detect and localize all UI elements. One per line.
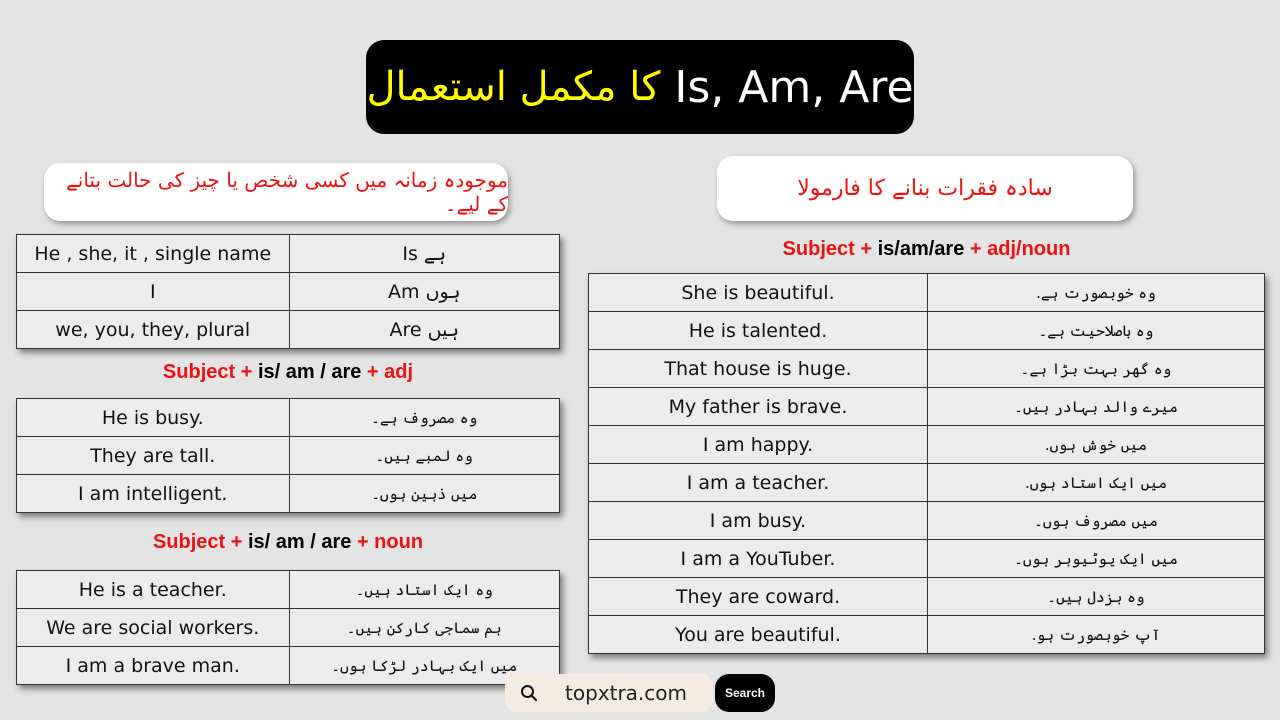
english-cell: He is talented. xyxy=(588,311,928,350)
formula-subject: Subject + xyxy=(782,238,873,260)
formula-verb: is/am/are xyxy=(872,238,970,260)
noun-formula: Subject + is/ am / are + noun xyxy=(16,531,560,554)
table-row: He is a teacher. وہ ایک استاد ہیں۔ xyxy=(16,570,560,609)
table-row: That house is huge. وہ گھر بہت بڑا ہے۔ xyxy=(588,349,1265,388)
urdu-cell: ہم سماجی کارکن ہیں۔ xyxy=(288,608,560,647)
table-row: I am happy. میں خوش ہوں. xyxy=(588,425,1265,464)
english-cell: You are beautiful. xyxy=(588,615,928,654)
table-row: I am intelligent. میں ذہین ہوں۔ xyxy=(16,474,560,513)
table-row: She is beautiful. وہ خوبصورت ہے. xyxy=(588,273,1265,312)
urdu-cell: وہ ایک استاد ہیں۔ xyxy=(288,570,560,609)
formula-verb: is/ am / are xyxy=(252,361,367,383)
table-row: He is busy. وہ مصروف ہے۔ xyxy=(16,398,560,437)
left-banner: موجودہ زمانہ میں کسی شخص یا چیز کی حالت … xyxy=(44,163,508,221)
urdu-cell: Are ہیں xyxy=(288,310,560,349)
english-cell: She is beautiful. xyxy=(588,273,928,312)
search-input[interactable]: topxtra.com xyxy=(505,674,713,712)
formula-complement: + adj/noun xyxy=(969,238,1071,260)
table-row: I am a YouTuber. میں ایک یوٹیوبر ہوں۔ xyxy=(588,539,1265,578)
examples-table: She is beautiful. وہ خوبصورت ہے. He is tal… xyxy=(588,273,1265,654)
english-cell: They are tall. xyxy=(16,436,290,475)
table-row: They are tall. وہ لمبے ہیں۔ xyxy=(16,436,560,475)
search-icon[interactable] xyxy=(511,684,547,702)
english-cell: My father is brave. xyxy=(588,387,928,426)
english-cell: I am a YouTuber. xyxy=(588,539,928,578)
english-cell: I am a teacher. xyxy=(588,463,928,502)
urdu-cell: وہ گھر بہت بڑا ہے۔ xyxy=(927,349,1265,388)
formula-subject: Subject + xyxy=(152,531,243,553)
table-row: We are social workers. ہم سماجی کارکن ہیں… xyxy=(16,608,560,647)
title-english: Is, Am, Are xyxy=(674,61,914,113)
noun-table: He is a teacher. وہ ایک استاد ہیں۔ We are … xyxy=(16,570,560,685)
urdu-cell: آپ خوبصورت ہو. xyxy=(927,615,1265,654)
table-row: You are beautiful. آپ خوبصورت ہو. xyxy=(588,615,1265,654)
english-cell: I am a brave man. xyxy=(16,646,290,685)
search-value[interactable]: topxtra.com xyxy=(565,681,687,705)
table-row: I Am ہوں xyxy=(16,272,560,311)
formula-verb: is/ am / are xyxy=(242,531,357,553)
english-cell: They are coward. xyxy=(588,577,928,616)
english-cell: That house is huge. xyxy=(588,349,928,388)
english-cell: He is a teacher. xyxy=(16,570,290,609)
usage-table: He , she, it , single name Is ہے I Am ہوں we… xyxy=(16,234,560,349)
table-row: we, you, they, plural Are ہیں xyxy=(16,310,560,349)
table-row: My father is brave. میرے والد بہادر ہیں۔ xyxy=(588,387,1265,426)
table-row: He is talented. وہ باصلاحیت ہے۔ xyxy=(588,311,1265,350)
adj-table: He is busy. وہ مصروف ہے۔ They are tall. وہ … xyxy=(16,398,560,513)
formula-complement: + adj xyxy=(366,361,414,383)
english-cell: I am happy. xyxy=(588,425,928,464)
english-cell: He , she, it , single name xyxy=(16,234,290,273)
english-cell: we, you, they, plural xyxy=(16,310,290,349)
table-row: I am busy. میں مصروف ہوں۔ xyxy=(588,501,1265,540)
title-banner: کا مکمل استعمال Is, Am, Are xyxy=(366,40,914,134)
urdu-cell: Am ہوں xyxy=(288,272,560,311)
examples-formula: Subject + is/am/are + adj/noun xyxy=(588,238,1265,261)
formula-subject: Subject + xyxy=(162,361,253,383)
table-row: I am a brave man. میں ایک بہادر لڑکا ہوں۔ xyxy=(16,646,560,685)
urdu-cell: میں ذہین ہوں۔ xyxy=(288,474,560,513)
urdu-cell: وہ بزدل ہیں۔ xyxy=(927,577,1265,616)
urdu-cell: وہ لمبے ہیں۔ xyxy=(288,436,560,475)
urdu-cell: میں خوش ہوں. xyxy=(927,425,1265,464)
table-row: I am a teacher. میں ایک استاد ہوں. xyxy=(588,463,1265,502)
urdu-cell: وہ خوبصورت ہے. xyxy=(927,273,1265,312)
urdu-cell: میرے والد بہادر ہیں۔ xyxy=(927,387,1265,426)
urdu-cell: Is ہے xyxy=(288,234,560,273)
title-urdu: کا مکمل استعمال xyxy=(366,64,661,110)
urdu-cell: وہ مصروف ہے۔ xyxy=(288,398,560,437)
urdu-cell: میں مصروف ہوں۔ xyxy=(927,501,1265,540)
table-row: They are coward. وہ بزدل ہیں۔ xyxy=(588,577,1265,616)
search-button[interactable]: Search xyxy=(715,674,775,712)
urdu-cell: میں ایک یوٹیوبر ہوں۔ xyxy=(927,539,1265,578)
english-cell: He is busy. xyxy=(16,398,290,437)
table-row: He , she, it , single name Is ہے xyxy=(16,234,560,273)
english-cell: We are social workers. xyxy=(16,608,290,647)
urdu-cell: وہ باصلاحیت ہے۔ xyxy=(927,311,1265,350)
english-cell: I am busy. xyxy=(588,501,928,540)
formula-complement: + noun xyxy=(356,531,424,553)
english-cell: I am intelligent. xyxy=(16,474,290,513)
urdu-cell: میں ایک استاد ہوں. xyxy=(927,463,1265,502)
right-banner: سادہ فقرات بنانے کا فارمولا xyxy=(717,156,1133,221)
english-cell: I xyxy=(16,272,290,311)
adj-formula: Subject + is/ am / are + adj xyxy=(16,361,560,384)
